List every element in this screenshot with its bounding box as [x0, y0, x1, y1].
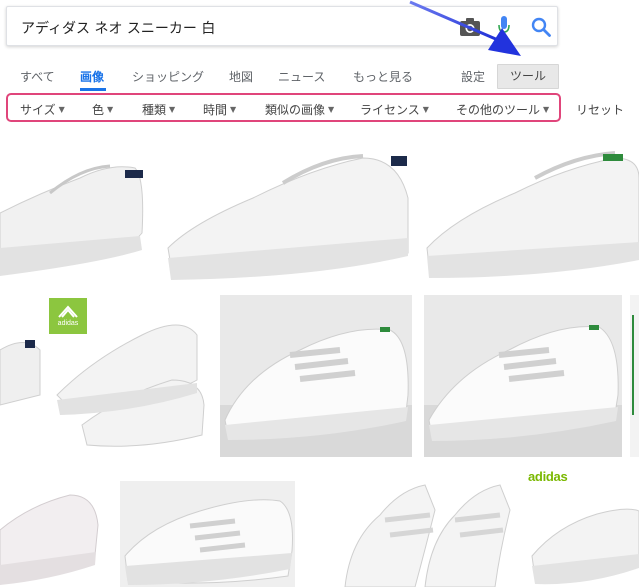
tab-news[interactable]: ニュース — [278, 68, 325, 85]
filter-label: 類似の画像 — [265, 103, 326, 117]
filter-color[interactable]: 色 ▼ — [92, 101, 113, 118]
filter-label: サイズ — [20, 103, 56, 117]
dropdown-arrow-icon: ▼ — [543, 105, 550, 114]
image-result-11[interactable] — [305, 470, 520, 587]
dropdown-arrow-icon: ▼ — [169, 105, 176, 114]
filter-label: その他のツール — [456, 103, 541, 117]
image-result-3[interactable] — [425, 138, 639, 283]
image-result-10[interactable] — [120, 481, 295, 587]
filter-label: 色 — [92, 103, 105, 117]
tab-shopping[interactable]: ショッピング — [132, 68, 204, 85]
filter-label: 種類 — [142, 103, 167, 117]
filter-similar-images[interactable]: 類似の画像 ▼ — [265, 101, 334, 118]
search-icon[interactable] — [530, 16, 552, 38]
adidas-wordmark-logo: adidas — [528, 469, 568, 484]
search-input[interactable]: アディダス ネオ スニーカー 白 — [21, 18, 215, 38]
dropdown-arrow-icon: ▼ — [58, 105, 65, 114]
tab-settings[interactable]: 設定 — [461, 68, 485, 85]
mic-icon[interactable] — [496, 15, 512, 39]
filter-label: 時間 — [203, 103, 228, 117]
image-result-2[interactable] — [163, 138, 413, 283]
image-result-4[interactable] — [0, 295, 42, 460]
dropdown-arrow-icon: ▼ — [107, 105, 114, 114]
dropdown-arrow-icon: ▼ — [230, 105, 237, 114]
filter-type[interactable]: 種類 ▼ — [142, 101, 175, 118]
reset-link[interactable]: リセット — [576, 101, 624, 118]
dropdown-arrow-icon: ▼ — [328, 105, 335, 114]
adidas-badge-text: adidas — [57, 320, 79, 327]
tab-maps[interactable]: 地図 — [229, 68, 253, 85]
tab-all[interactable]: すべて — [20, 68, 55, 85]
tab-images[interactable]: 画像 — [80, 68, 104, 85]
image-result-12[interactable] — [527, 486, 639, 587]
camera-icon[interactable] — [459, 17, 481, 37]
image-result-1[interactable] — [0, 138, 150, 283]
filter-more-tools[interactable]: その他のツール ▼ — [456, 101, 549, 118]
image-result-7[interactable] — [424, 295, 622, 457]
adidas-badge-logo: adidas — [49, 298, 87, 334]
image-result-9[interactable] — [0, 470, 108, 587]
tab-more[interactable]: もっと見る — [353, 68, 413, 85]
image-result-8[interactable] — [630, 295, 639, 457]
filter-label: ライセンス — [360, 103, 420, 117]
search-box[interactable]: アディダス ネオ スニーカー 白 — [6, 6, 558, 46]
filter-license[interactable]: ライセンス ▼ — [360, 101, 429, 118]
image-result-6[interactable] — [220, 295, 412, 457]
filter-time[interactable]: 時間 ▼ — [203, 101, 236, 118]
active-tab-underline — [80, 88, 106, 91]
dropdown-arrow-icon: ▼ — [422, 105, 429, 114]
filter-size[interactable]: サイズ ▼ — [20, 101, 65, 118]
tools-button[interactable]: ツール — [497, 64, 559, 89]
